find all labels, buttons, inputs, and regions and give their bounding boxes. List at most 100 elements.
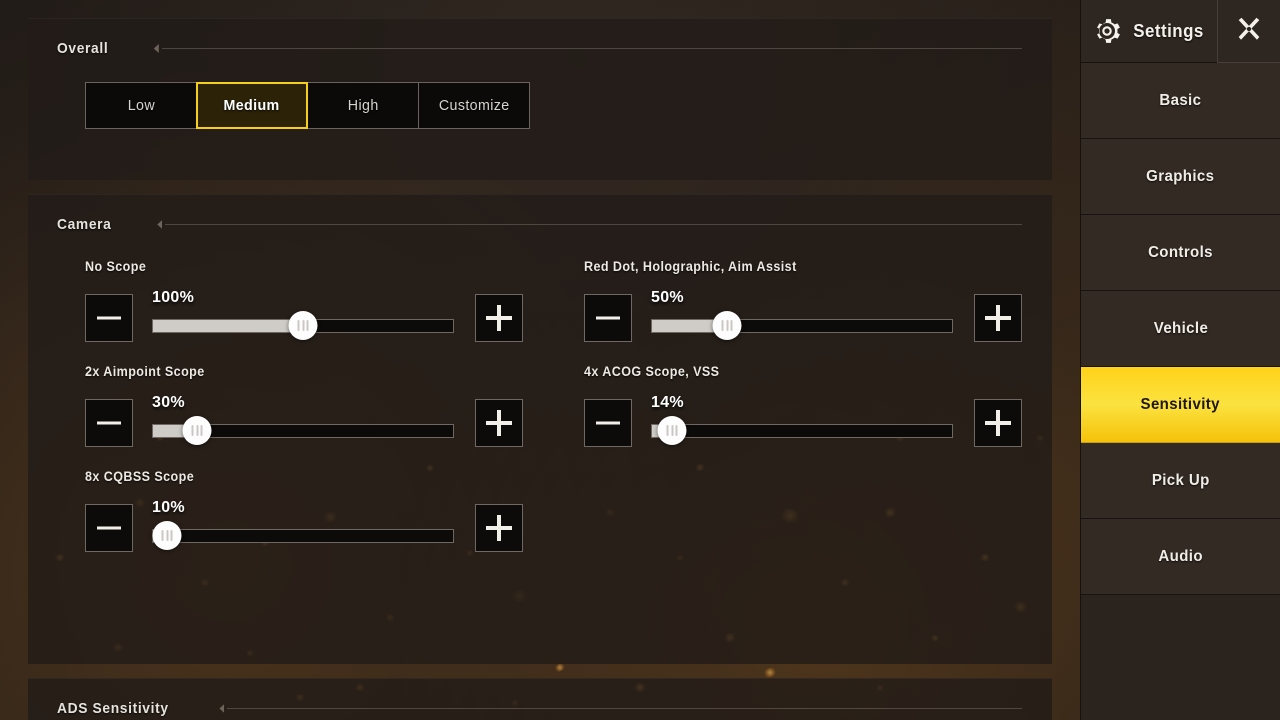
preset-button-customize[interactable]: Customize	[418, 82, 530, 129]
slider-thumb[interactable]	[713, 311, 742, 340]
slider-thumb[interactable]	[289, 311, 318, 340]
sidebar-item-label: Audio	[1158, 548, 1202, 566]
section-divider-line	[162, 48, 1022, 49]
close-button[interactable]	[1217, 0, 1280, 63]
sidebar-item-label: Graphics	[1146, 168, 1214, 186]
preset-label: Customize	[439, 97, 510, 114]
close-x-icon	[1234, 14, 1264, 49]
slider[interactable]: 100%	[152, 290, 454, 342]
slider-control-group: 14%	[584, 395, 1052, 447]
decrement-button[interactable]	[85, 399, 133, 447]
settings-title: Settings	[1133, 21, 1204, 42]
slider-value: 100%	[152, 289, 194, 307]
slider-grid-row: 2x Aimpoint Scope 30% 4x ACOG Scope, VSS 14…	[85, 364, 1052, 447]
preset-button-high[interactable]: High	[307, 82, 419, 129]
increment-slot	[475, 294, 523, 342]
decrement-button[interactable]	[584, 399, 632, 447]
decrement-button[interactable]	[85, 504, 133, 552]
slider-control-group: 10%	[85, 500, 553, 552]
ads-section-header: ADS Sensitivity	[28, 679, 1052, 717]
slider[interactable]: 14%	[651, 395, 953, 447]
preset-button-medium[interactable]: Medium	[196, 82, 308, 129]
sidebar-item-sensitivity[interactable]: Sensitivity	[1081, 367, 1280, 443]
preset-label: Low	[127, 97, 154, 114]
thumb-grip-line	[302, 320, 304, 331]
sensitivity-slider-row: 8x CQBSS Scope 10%	[85, 469, 553, 552]
thumb-grip-line	[298, 320, 300, 331]
slider[interactable]: 30%	[152, 395, 454, 447]
thumb-grip-line	[201, 425, 203, 436]
sidebar-item-label: Controls	[1148, 244, 1213, 262]
section-rule	[158, 220, 1022, 229]
decrement-button[interactable]	[584, 294, 632, 342]
preset-button-low[interactable]: Low	[85, 82, 197, 129]
increment-button[interactable]	[974, 294, 1022, 342]
increment-slot	[475, 399, 523, 447]
thumb-grip-line	[676, 425, 678, 436]
slider-label: 2x Aimpoint Scope	[85, 364, 520, 380]
increment-slot	[974, 399, 1022, 447]
slider-track[interactable]	[651, 319, 953, 333]
section-rule	[155, 44, 1022, 53]
thumb-grip-line	[671, 425, 673, 436]
sensitivity-slider-row: Red Dot, Holographic, Aim Assist 50%	[584, 259, 1052, 342]
increment-button[interactable]	[475, 294, 523, 342]
sidebar-filler	[1081, 595, 1280, 695]
slider-label: 8x CQBSS Scope	[85, 469, 520, 485]
preset-label: High	[348, 97, 379, 114]
sidebar-item-basic[interactable]: Basic	[1081, 63, 1280, 139]
section-divider-line	[165, 224, 1022, 225]
slider-label: No Scope	[85, 259, 520, 275]
slider-thumb[interactable]	[658, 416, 687, 445]
slider-track[interactable]	[651, 424, 953, 438]
increment-slot	[974, 294, 1022, 342]
overall-panel: Overall Low Medium High Customize	[28, 18, 1052, 180]
slider-fill	[153, 320, 303, 332]
diamond-marker-icon	[154, 44, 159, 53]
thumb-grip-line	[162, 530, 164, 541]
increment-slot	[475, 504, 523, 552]
settings-title-box: Settings	[1081, 0, 1217, 63]
thumb-grip-line	[166, 530, 168, 541]
preset-label: Medium	[224, 97, 280, 114]
sidebar-item-pick-up[interactable]: Pick Up	[1081, 443, 1280, 519]
increment-button[interactable]	[974, 399, 1022, 447]
sidebar-item-label: Basic	[1159, 92, 1201, 110]
slider-grid-row: 8x CQBSS Scope 10%	[85, 469, 1052, 552]
thumb-grip-line	[722, 320, 724, 331]
sidebar-nav-list: Basic Graphics Controls Vehicle Sensitivity P…	[1081, 63, 1280, 595]
sidebar-item-audio[interactable]: Audio	[1081, 519, 1280, 595]
sensitivity-slider-row: 4x ACOG Scope, VSS 14%	[584, 364, 1052, 447]
slider-label: 4x ACOG Scope, VSS	[584, 364, 1019, 380]
slider-control-group: 50%	[584, 290, 1052, 342]
sensitivity-slider-row: 2x Aimpoint Scope 30%	[85, 364, 553, 447]
sidebar-item-graphics[interactable]: Graphics	[1081, 139, 1280, 215]
decrement-button[interactable]	[85, 294, 133, 342]
sidebar-item-label: Sensitivity	[1141, 396, 1220, 414]
slider-track[interactable]	[152, 529, 454, 543]
section-title-camera: Camera	[57, 216, 111, 233]
slider[interactable]: 10%	[152, 500, 454, 552]
thumb-grip-line	[726, 320, 728, 331]
thumb-grip-line	[196, 425, 198, 436]
slider-control-group: 100%	[85, 290, 553, 342]
slider-thumb[interactable]	[183, 416, 212, 445]
sensitivity-slider-row: No Scope 100%	[85, 259, 553, 342]
sidebar-item-controls[interactable]: Controls	[1081, 215, 1280, 291]
section-rule	[220, 704, 1022, 713]
gear-icon	[1092, 16, 1122, 46]
thumb-grip-line	[171, 530, 173, 541]
settings-screen: Overall Low Medium High Customize Camera	[0, 0, 1280, 720]
camera-panel: Camera No Scope 100% Red Dot, Holographic,…	[28, 194, 1052, 664]
increment-button[interactable]	[475, 399, 523, 447]
slider-grid-row: No Scope 100% Red Dot, Holographic, Aim As…	[85, 259, 1052, 342]
section-title-ads: ADS Sensitivity	[57, 700, 169, 717]
sidebar-item-vehicle[interactable]: Vehicle	[1081, 291, 1280, 367]
settings-content: Overall Low Medium High Customize Camera	[0, 0, 1080, 720]
slider[interactable]: 50%	[651, 290, 953, 342]
slider-thumb[interactable]	[153, 521, 182, 550]
slider-label: Red Dot, Holographic, Aim Assist	[584, 259, 1019, 275]
slider-value: 14%	[651, 394, 684, 412]
thumb-grip-line	[667, 425, 669, 436]
increment-button[interactable]	[475, 504, 523, 552]
